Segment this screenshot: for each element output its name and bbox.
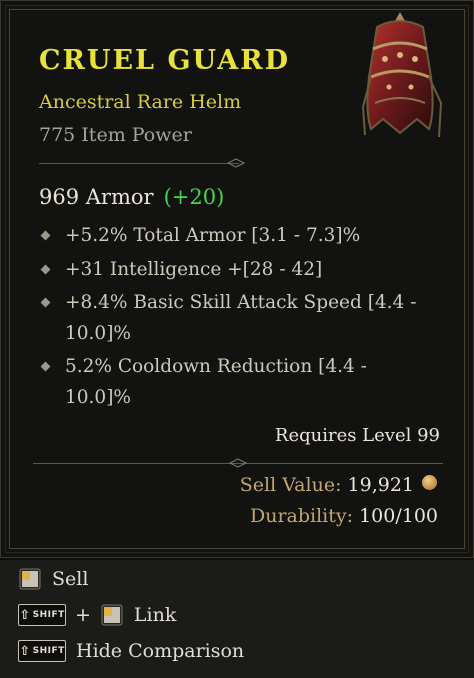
durability-row: Durability: 100/100 (250, 505, 438, 527)
sell-value-label: Sell Value: (239, 474, 342, 496)
divider-ornament-icon (229, 458, 247, 468)
link-label: Link (133, 604, 177, 626)
durability-value: 100/100 (359, 505, 438, 527)
affix-text-continued: 10.0]% (65, 323, 131, 344)
item-type: Ancestral Rare Helm (39, 91, 242, 113)
divider-top (39, 158, 245, 168)
shift-key-label: SHIFT (32, 646, 65, 656)
sell-value-row: Sell Value: 19,921 (240, 474, 437, 496)
link-action[interactable]: ⇧ SHIFT + Link (18, 600, 176, 630)
item-tooltip: CRUEL GUARD Ancestral Rare Helm 775 Item… (0, 0, 474, 558)
shift-key-icon: ⇧ SHIFT (18, 604, 66, 626)
sell-value-amount: 19,921 (347, 474, 414, 496)
divider-ornament-icon (227, 158, 245, 168)
plus-sign: + (75, 604, 91, 626)
affix-text: +5.2% Total Armor [3.1 - 7.3]% (65, 225, 361, 246)
gold-coin-icon (422, 475, 437, 490)
hide-comparison-label: Hide Comparison (76, 640, 245, 662)
controls-panel: Sell ⇧ SHIFT + Link ⇧ SHIFT Hide Compariso… (0, 560, 474, 678)
hide-comparison-action[interactable]: ⇧ SHIFT Hide Comparison (18, 636, 244, 666)
item-power: 775 Item Power (39, 124, 192, 146)
affix-text: +8.4% Basic Skill Attack Speed [4.4 - (65, 292, 417, 313)
item-name: CRUEL GUARD (39, 45, 291, 76)
armor-bonus: (+20) (163, 185, 225, 209)
armor-line: 969 Armor (+20) (39, 185, 224, 209)
required-level: Requires Level 99 (274, 425, 440, 446)
helm-icon (361, 12, 443, 138)
mouse-left-icon (19, 568, 41, 590)
affix-text: 5.2% Cooldown Reduction [4.4 - (65, 356, 367, 377)
armor-value: 969 Armor (39, 185, 154, 209)
divider-bottom (33, 458, 443, 468)
shift-key-label: SHIFT (32, 610, 65, 620)
sell-label: Sell (52, 568, 89, 590)
durability-label: Durability: (249, 505, 354, 527)
sell-action[interactable]: Sell (18, 564, 88, 594)
affix-text: +31 Intelligence +[28 - 42] (65, 259, 323, 280)
affix-text-continued: 10.0]% (65, 387, 131, 408)
mouse-left-icon (101, 604, 123, 626)
shift-key-icon: ⇧ SHIFT (18, 640, 66, 662)
